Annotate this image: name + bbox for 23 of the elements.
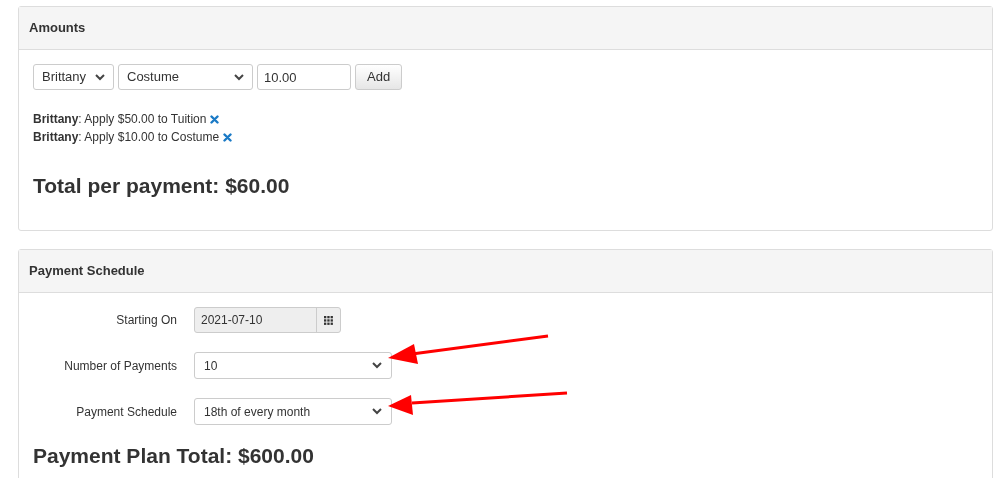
field-label: Starting On: [115, 312, 177, 329]
grid-icon: [324, 315, 333, 325]
caret-icon: [234, 73, 244, 81]
item-select[interactable]: Costume: [118, 64, 253, 90]
applied-amount: Brittany: Apply $10.00 to Costume: [33, 129, 220, 146]
student-select[interactable]: Brittany: [33, 64, 114, 90]
total-per-payment: Total per payment: $60.00: [33, 173, 291, 199]
amount-field[interactable]: 10.00: [257, 64, 351, 90]
field-label: Number of Payments: [63, 357, 177, 375]
date-field[interactable]: 2021-07-10: [194, 307, 341, 333]
panel-title: Amounts: [29, 19, 86, 38]
select-field[interactable]: 18th of every month: [194, 398, 392, 425]
caret-icon: [372, 408, 382, 415]
remove-icon[interactable]: [210, 114, 220, 124]
add-button[interactable]: Add: [355, 64, 403, 90]
caret-icon: [95, 73, 105, 81]
select-field[interactable]: 10: [194, 352, 392, 379]
panel-title: Payment Schedule: [29, 262, 145, 281]
remove-icon[interactable]: [223, 132, 233, 142]
applied-amount: Brittany: Apply $50.00 to Tuition: [33, 111, 207, 128]
field-label: Payment Schedule: [75, 403, 177, 421]
payment-plan-total: Payment Plan Total: $600.00: [33, 443, 315, 469]
caret-icon: [372, 362, 382, 369]
